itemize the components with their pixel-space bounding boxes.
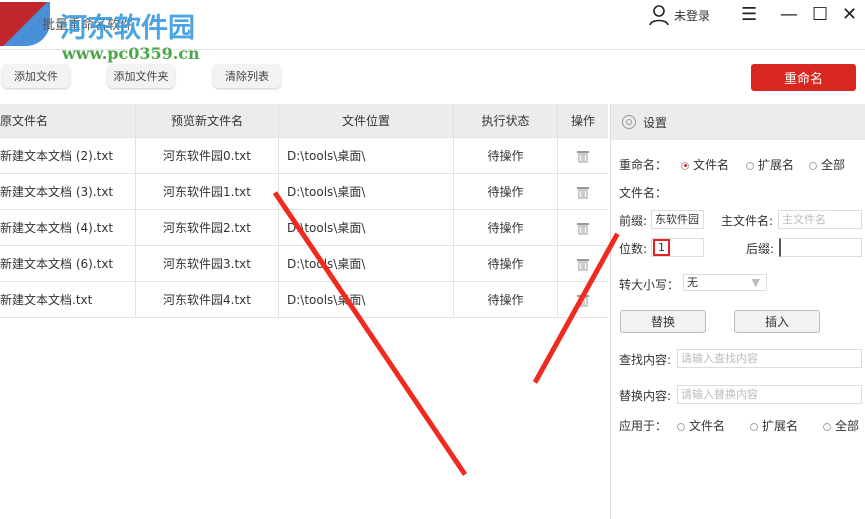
clear-list-button[interactable]: 清除列表 [213,64,281,88]
radio-icon [746,161,754,170]
apply-radio-ext[interactable]: 扩展名 [750,417,798,434]
preview-name: 河东软件园4.txt [136,282,279,317]
radio-label: 全部 [835,419,860,433]
find-input[interactable]: 请输入查找内容 [677,349,862,368]
digits-label: 位数: [619,242,648,256]
minimize-button[interactable]: — [780,4,798,25]
case-label: 转大小写： [619,278,680,292]
add-folder-button[interactable]: 添加文件夹 [107,64,175,88]
apply-radio-filename[interactable]: 文件名 [677,417,725,434]
radio-label: 文件名 [693,158,730,172]
radio-all[interactable]: 全部 [809,156,845,173]
radio-label: 扩展名 [758,158,795,172]
digits-value: 1 [653,239,670,256]
radio-icon [823,422,831,431]
user-status: 未登录 [674,8,711,23]
original-name: 新建文本文档 (2).txt [0,138,136,173]
main-name-input[interactable]: 主文件名 [778,210,862,229]
file-location: D:\tools\桌面\ [279,138,454,173]
close-button[interactable]: ✕ [842,4,857,25]
toolbar: 添加文件 添加文件夹 清除列表 [0,62,865,90]
original-name: 新建文本文档 (3).txt [0,174,136,209]
rename-label: 重命名： [619,158,668,172]
suffix-label: 后缀: [746,242,775,256]
chevron-down-icon: ▼ [751,276,760,289]
file-location: D:\tools\桌面\ [279,174,454,209]
replace-content-label: 替换内容: [619,389,672,403]
add-file-button[interactable]: 添加文件 [2,64,70,88]
gear-icon [622,115,636,129]
preview-name: 河东软件园0.txt [136,138,279,173]
file-location: D:\tools\桌面\ [279,282,454,317]
radio-icon [681,161,689,170]
radio-icon [677,422,685,431]
user-login[interactable]: 未登录 [648,4,710,26]
status: 待操作 [454,246,558,281]
status: 待操作 [454,282,558,317]
original-name: 新建文本文档 (4).txt [0,210,136,245]
menu-icon[interactable]: ☰ [741,4,757,25]
prefix-label: 前缀: [619,214,648,228]
file-location: D:\tools\桌面\ [279,246,454,281]
radio-ext[interactable]: 扩展名 [746,156,794,173]
main-name-label: 主文件名: [721,214,774,228]
apply-radio-all[interactable]: 全部 [823,417,859,434]
preview-name: 河东软件园2.txt [136,210,279,245]
apply-label: 应用于： [619,419,668,433]
header-action: 操作 [570,114,595,128]
radio-label: 全部 [821,158,846,172]
preview-name: 河东软件园3.txt [136,246,279,281]
user-icon [649,5,669,26]
status: 待操作 [454,138,558,173]
radio-label: 扩展名 [762,419,799,433]
prefix-input[interactable]: 东软件园 [651,210,704,229]
radio-label: 文件名 [689,419,726,433]
table-row[interactable]: 新建文本文档.txt 河东软件园4.txt D:\tools\桌面\ 待操作 [0,282,608,318]
status: 待操作 [454,174,558,209]
filename-label: 文件名： [619,186,668,200]
replace-button[interactable]: 替换 [620,310,706,333]
insert-button[interactable]: 插入 [734,310,820,333]
radio-filename[interactable]: 文件名 [681,156,729,173]
status: 待操作 [454,210,558,245]
delete-icon[interactable] [558,210,608,245]
delete-icon[interactable] [558,138,608,173]
header-location: 文件位置 [279,104,454,137]
radio-icon [809,161,817,170]
table-header: 原文件名 预览新文件名 文件位置 执行状态 操作 [0,104,608,138]
table-row[interactable]: 新建文本文档 (6).txt河东软件园3.txtD:\tools\桌面\待操作 [0,246,608,282]
watermark-text: 河东软件园 [60,13,195,44]
original-name: 新建文本文档.txt [0,282,136,317]
suffix-input[interactable] [779,238,862,257]
header-original: 原文件名 [0,104,136,137]
case-select[interactable]: 无 ▼ [683,274,767,291]
watermark-url: www.pc0359.cn [62,44,200,63]
case-value: 无 [687,276,698,289]
settings-title: 设置 [643,115,668,130]
file-table: 原文件名 预览新文件名 文件位置 执行状态 操作 新建文本文档 (2).txt 河… [0,104,608,318]
delete-icon[interactable] [558,174,608,209]
title-bar: 批量重命名软件 河东软件园 www.pc0359.cn 未登录 ☰ — ☐ ✕ [0,0,865,63]
original-name: 新建文本文档 (6).txt [0,246,136,281]
radio-icon [750,422,758,431]
preview-name: 河东软件园1.txt [136,174,279,209]
header-preview: 预览新文件名 [136,104,279,137]
settings-header: 设置 [611,104,865,140]
rename-button[interactable]: 重命名 [751,64,856,91]
replace-input[interactable]: 请输入替换内容 [677,385,862,404]
table-row[interactable]: 新建文本文档 (2).txt 河东软件园0.txt D:\tools\桌面\ 待操作 [0,138,608,174]
settings-panel: 设置 重命名： 文件名 扩展名 全部 文件名： 前缀: 东软件园 主文件名: 主… [610,104,865,519]
header-status: 执行状态 [454,104,558,137]
find-label: 查找内容: [619,353,672,367]
maximize-button[interactable]: ☐ [812,4,828,25]
digits-input[interactable]: 1 [651,238,704,257]
table-row[interactable]: 新建文本文档 (3).txt 河东软件园1.txt D:\tools\桌面\ 待操作 [0,174,608,210]
